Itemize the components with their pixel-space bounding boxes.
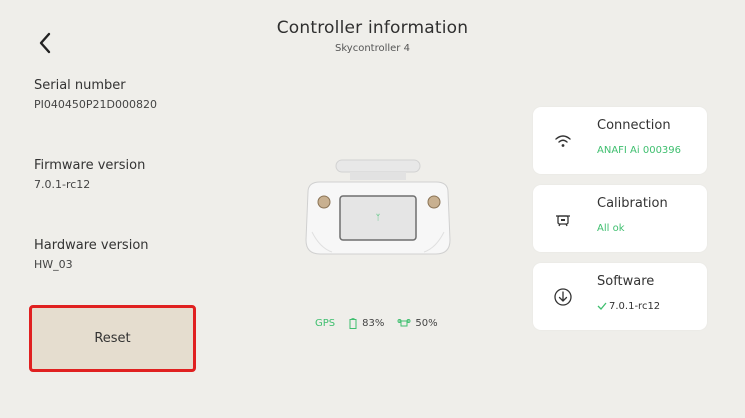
hardware-version-section: Hardware version HW_03: [34, 238, 149, 271]
hardware-version-label: Hardware version: [34, 238, 149, 253]
firmware-version-label: Firmware version: [34, 158, 146, 173]
drone-icon: [397, 319, 411, 327]
wifi-icon: [555, 135, 571, 147]
header: Controller information Skycontroller 4: [0, 18, 745, 54]
drone-battery: 50%: [397, 318, 438, 329]
software-version-value: 7.0.1-rc12: [609, 301, 661, 312]
controller-battery: 83%: [348, 318, 384, 329]
gps-indicator: GPS: [315, 318, 336, 329]
connection-card[interactable]: Connection ANAFI Ai 000396: [533, 107, 707, 174]
drone-icon: [556, 215, 570, 227]
page-title: Controller information: [276, 18, 469, 38]
controller-image: ᛉ: [298, 152, 458, 262]
software-version: 7.0.1-rc12: [597, 301, 660, 312]
software-card[interactable]: Software 7.0.1-rc12: [533, 263, 707, 330]
page-subtitle: Skycontroller 4: [335, 43, 410, 54]
software-title: Software: [597, 274, 655, 289]
reset-button[interactable]: Reset: [29, 305, 196, 372]
calibration-card[interactable]: Calibration All ok: [533, 185, 707, 252]
connection-value: ANAFI Ai 000396: [597, 145, 682, 156]
hardware-version-value: HW_03: [34, 258, 73, 271]
reset-button-label: Reset: [94, 331, 131, 346]
firmware-version-section: Firmware version 7.0.1-rc12: [34, 158, 145, 191]
status-bar: GPS 83% 50%: [315, 318, 438, 329]
controller-battery-value: 83%: [362, 318, 385, 329]
serial-number-section: Serial number PI040450P21D000820: [34, 78, 157, 111]
connection-title: Connection: [597, 118, 671, 133]
serial-number-value: PI040450P21D000820: [34, 98, 157, 111]
calibration-value: All ok: [597, 223, 625, 234]
firmware-version-value: 7.0.1-rc12: [34, 178, 91, 191]
controller-battery-icon: [349, 318, 357, 329]
download-icon: [554, 288, 572, 306]
check-icon: [597, 302, 607, 310]
svg-text:ᛉ: ᛉ: [376, 213, 381, 222]
serial-number-label: Serial number: [34, 78, 126, 93]
drone-battery-value: 50%: [415, 318, 438, 329]
calibration-title: Calibration: [597, 196, 668, 211]
